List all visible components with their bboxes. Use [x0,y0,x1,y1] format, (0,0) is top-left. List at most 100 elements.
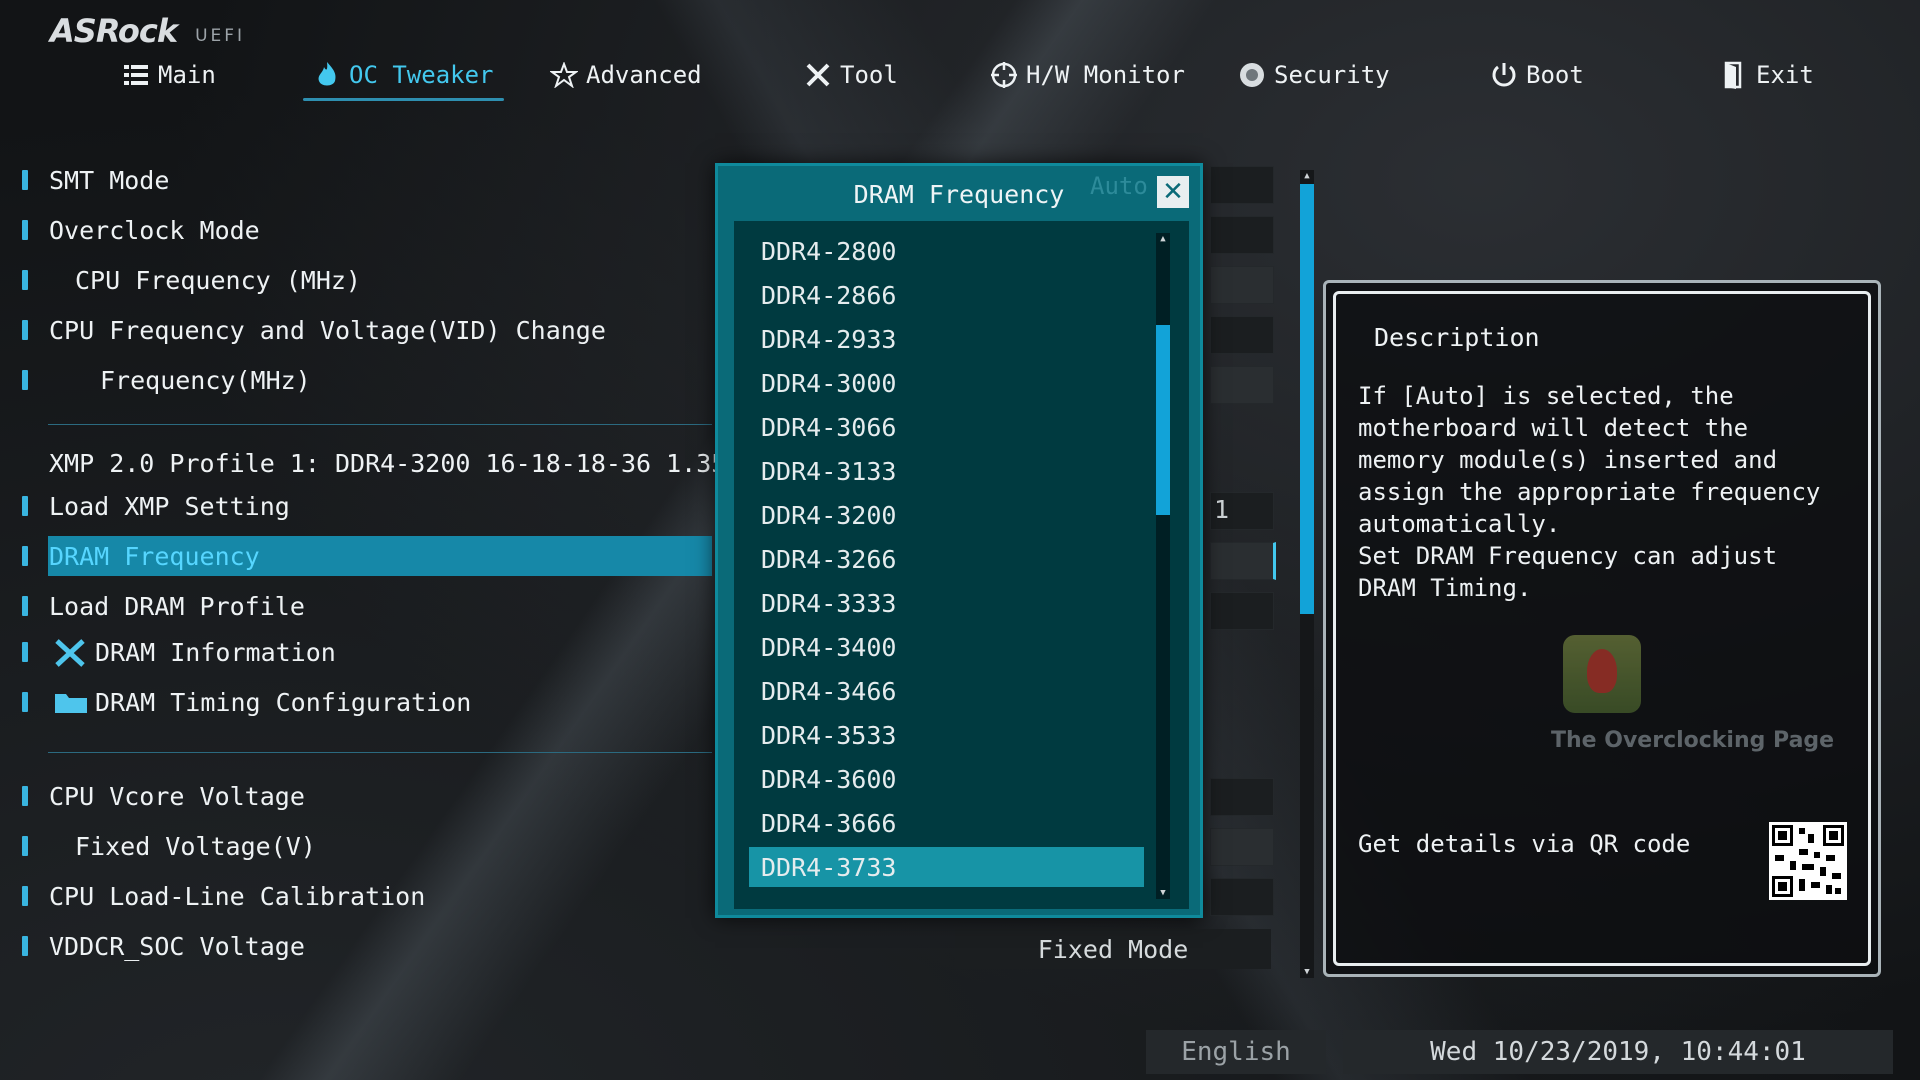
scroll-up-arrow[interactable]: ▲ [1156,233,1170,245]
option-item[interactable]: DDR4-2933 [749,319,1144,359]
option-item[interactable]: DDR4-3333 [749,583,1144,623]
option-item-selected[interactable]: DDR4-3733 [749,847,1144,887]
flame-icon [313,61,341,89]
tab-advanced-label: Advanced [586,61,702,89]
crosshair-icon [990,61,1018,89]
option-item[interactable]: DDR4-3600 [749,759,1144,799]
scroll-down-arrow[interactable]: ▼ [1300,966,1314,978]
menu-item-cpu-freq-vid[interactable]: CPU Frequency and Voltage(VID) Change [0,310,712,350]
option-item[interactable]: DDR4-3666 [749,803,1144,843]
menu-item-frequency[interactable]: Frequency(MHz) [0,360,712,400]
logo-sub: UEFI [195,26,246,46]
tab-tool[interactable]: Tool [804,55,898,95]
value-slot[interactable] [1210,166,1274,204]
menu-item-load-dram-profile[interactable]: Load DRAM Profile [0,586,712,626]
language-label: English [1181,1037,1291,1067]
shield-icon [1238,61,1266,89]
option-item[interactable]: DDR4-3000 [749,363,1144,403]
menu-item-cpu-frequency[interactable]: CPU Frequency (MHz) [0,260,712,300]
tab-oc-tweaker-label: OC Tweaker [349,61,494,89]
value-slot[interactable] [1210,878,1274,916]
item-marker [22,786,28,806]
menu-item-dram-frequency[interactable]: DRAM Frequency [48,536,712,576]
menu-item-fixed-voltage[interactable]: Fixed Voltage(V) [0,826,712,866]
description-paragraph-2: Set DRAM Frequency can adjust DRAM Timin… [1358,542,1792,602]
tab-hw-monitor[interactable]: H/W Monitor [990,55,1185,95]
value-slot[interactable] [1210,366,1274,404]
popup-scrollbar[interactable]: ▲ ▼ [1156,233,1170,899]
popup-ghost-value: Auto [1090,172,1148,200]
option-item[interactable]: DDR4-3133 [749,451,1144,491]
value-slot[interactable] [1210,266,1274,304]
list-icon [122,61,150,89]
value-slot[interactable] [1210,592,1274,630]
menu-item-vddcr-soc[interactable]: VDDCR_SOC Voltage [0,926,712,966]
menu-item-cpu-vcore[interactable]: CPU Vcore Voltage [0,776,712,816]
folder-icon [54,690,88,720]
value-slot[interactable]: 1 [1210,492,1274,530]
item-marker [22,936,28,956]
tab-main[interactable]: Main [122,55,216,95]
value-slot[interactable] [1210,316,1274,354]
tab-boot[interactable]: Boot [1490,55,1584,95]
star-icon [550,61,578,89]
menu-item-label: DRAM Timing Configuration [95,687,472,717]
menu-item-cpu-llc[interactable]: CPU Load-Line Calibration [0,876,712,916]
description-title: Description [1374,323,1540,352]
menu-item-smt-mode[interactable]: SMT Mode [0,160,712,200]
option-item[interactable]: DDR4-3200 [749,495,1144,535]
tab-exit[interactable]: Exit [1720,55,1814,95]
item-marker [22,320,28,340]
value-slot[interactable] [1210,828,1274,866]
menu-item-dram-timing[interactable]: DRAM Timing Configuration [0,682,712,722]
scroll-thumb[interactable] [1300,184,1314,614]
option-item[interactable]: DDR4-2866 [749,275,1144,315]
tab-exit-label: Exit [1756,61,1814,89]
tab-boot-label: Boot [1526,61,1584,89]
tab-security[interactable]: Security [1238,55,1390,95]
item-marker [22,642,28,662]
scroll-up-arrow[interactable]: ▲ [1300,170,1314,182]
item-marker [22,836,28,856]
tab-tool-label: Tool [840,61,898,89]
menu-item-load-xmp[interactable]: Load XMP Setting [0,486,712,526]
close-button[interactable]: ✕ [1157,176,1189,208]
value-slot[interactable] [1210,216,1274,254]
tab-hw-monitor-label: H/W Monitor [1026,61,1185,89]
menu-item-dram-information[interactable]: DRAM Information [0,632,712,672]
menu-item-label: Fixed Voltage(V) [75,831,316,861]
menu-item-label: SMT Mode [49,165,170,195]
popup-scroll-thumb[interactable] [1156,325,1170,515]
value-slot[interactable] [1210,542,1276,580]
item-marker [22,496,28,516]
top-nav: Main OC Tweaker Advanced Tool H/W Monito… [0,55,1920,101]
exit-door-icon [1720,61,1748,89]
frequency-option-list: DDR4-2800 DDR4-2866 DDR4-2933 DDR4-3000 … [734,221,1189,909]
item-marker [22,270,28,290]
option-item[interactable]: DDR4-2800 [749,231,1144,271]
menu-item-overclock-mode[interactable]: Overclock Mode [0,210,712,250]
llc-value-box[interactable]: Fixed Mode [955,929,1271,969]
close-icon: ✕ [1162,177,1184,207]
option-item[interactable]: DDR4-3400 [749,627,1144,667]
tab-oc-tweaker[interactable]: OC Tweaker [303,55,503,101]
option-item[interactable]: DDR4-3066 [749,407,1144,447]
option-item[interactable]: DDR4-3533 [749,715,1144,755]
menu-item-label: CPU Frequency and Voltage(VID) Change [49,315,606,345]
language-selector[interactable]: English [1146,1030,1326,1074]
scroll-down-arrow[interactable]: ▼ [1156,887,1170,899]
item-marker [22,220,28,240]
main-scrollbar[interactable]: ▲ ▼ [1300,170,1314,978]
menu-item-label: Load DRAM Profile [49,591,305,621]
option-item[interactable]: DDR4-3266 [749,539,1144,579]
menu-item-label: DRAM Frequency [49,541,260,571]
tools-icon [804,61,832,89]
watermark [1326,635,1878,713]
value-slot[interactable] [1210,778,1274,816]
option-item[interactable]: DDR4-3466 [749,671,1144,711]
menu-item-label: Frequency(MHz) [100,365,311,395]
tab-advanced[interactable]: Advanced [550,55,702,95]
qr-code-icon [1769,822,1847,900]
watermark-text: The Overclocking Page [1551,728,1835,753]
menu-item-label: CPU Load-Line Calibration [49,881,426,911]
